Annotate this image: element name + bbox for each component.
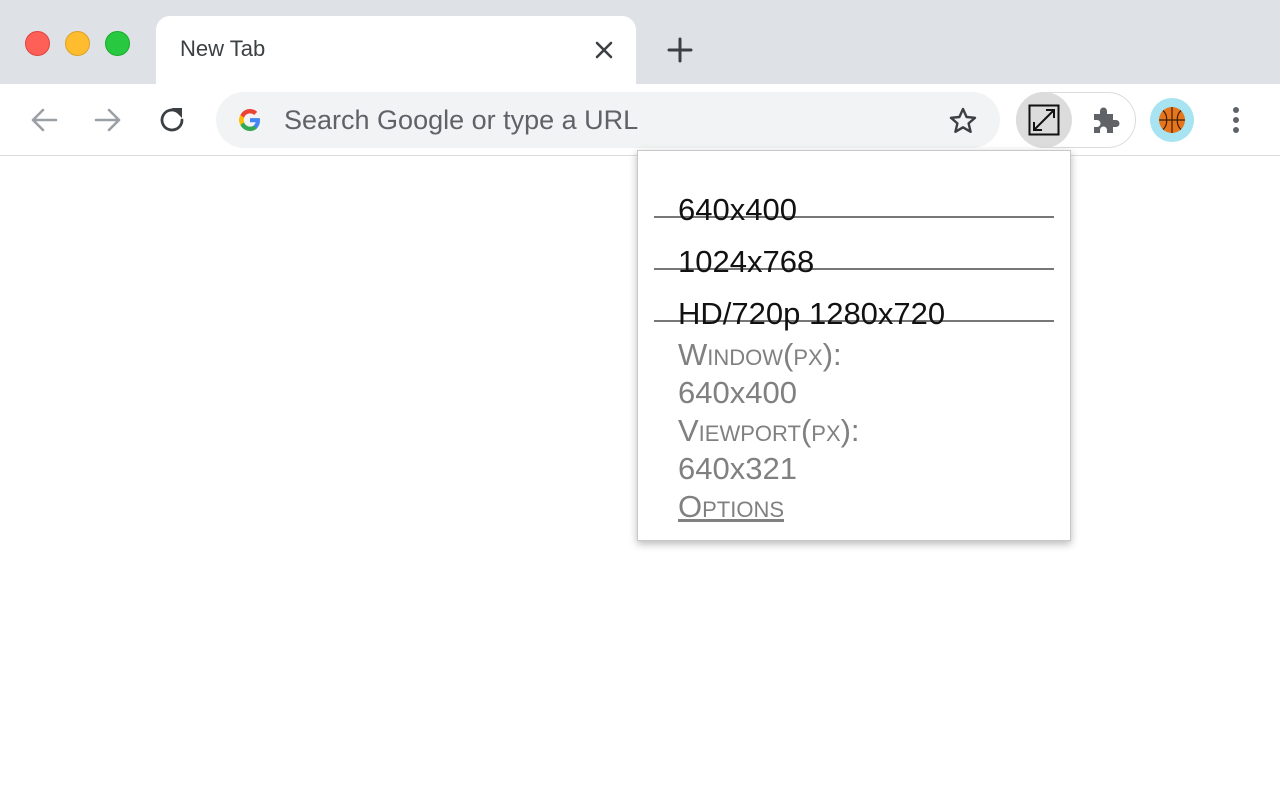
close-icon[interactable] — [592, 38, 616, 62]
omnibox[interactable] — [216, 92, 1000, 148]
preset-1024x768[interactable]: 1024x768 — [654, 218, 1054, 279]
window-size-label: Window(px): — [678, 337, 842, 372]
preset-640x400[interactable]: 640x400 — [654, 166, 1054, 227]
resize-extension-button[interactable] — [1016, 92, 1072, 148]
viewport-size-value: 640x321 — [678, 451, 797, 486]
plus-icon[interactable] — [664, 34, 696, 66]
resize-extension-icon — [1028, 104, 1060, 136]
forward-arrow-icon[interactable] — [90, 102, 126, 138]
browser-toolbar — [0, 84, 1280, 156]
star-icon[interactable] — [948, 106, 978, 136]
window-minimize-button[interactable] — [65, 31, 90, 56]
viewport-size-label: Viewport(px): — [678, 413, 860, 448]
puzzle-icon[interactable] — [1088, 104, 1122, 138]
preset-hd-720p[interactable]: HD/720p 1280x720 — [654, 270, 1054, 331]
reload-icon[interactable] — [154, 102, 190, 138]
back-arrow-icon[interactable] — [26, 102, 62, 138]
kebab-menu-icon[interactable] — [1224, 102, 1248, 138]
window-size-value: 640x400 — [678, 375, 797, 410]
profile-avatar[interactable] — [1150, 98, 1194, 142]
tab-title: New Tab — [180, 36, 266, 61]
resize-popup: 640x400 1024x768 HD/720p 1280x720 Window… — [637, 150, 1071, 541]
options-link[interactable]: Options — [678, 488, 784, 526]
basketball-avatar-icon — [1159, 107, 1185, 133]
tab-new-tab[interactable]: New Tab — [156, 16, 636, 84]
omnibox-input[interactable] — [284, 102, 924, 138]
google-g-icon — [239, 109, 260, 131]
window-close-button[interactable] — [25, 31, 50, 56]
preset-label: HD/720p 1280x720 — [678, 296, 946, 331]
tab-strip: New Tab — [0, 0, 1280, 84]
window-maximize-button[interactable] — [105, 31, 130, 56]
